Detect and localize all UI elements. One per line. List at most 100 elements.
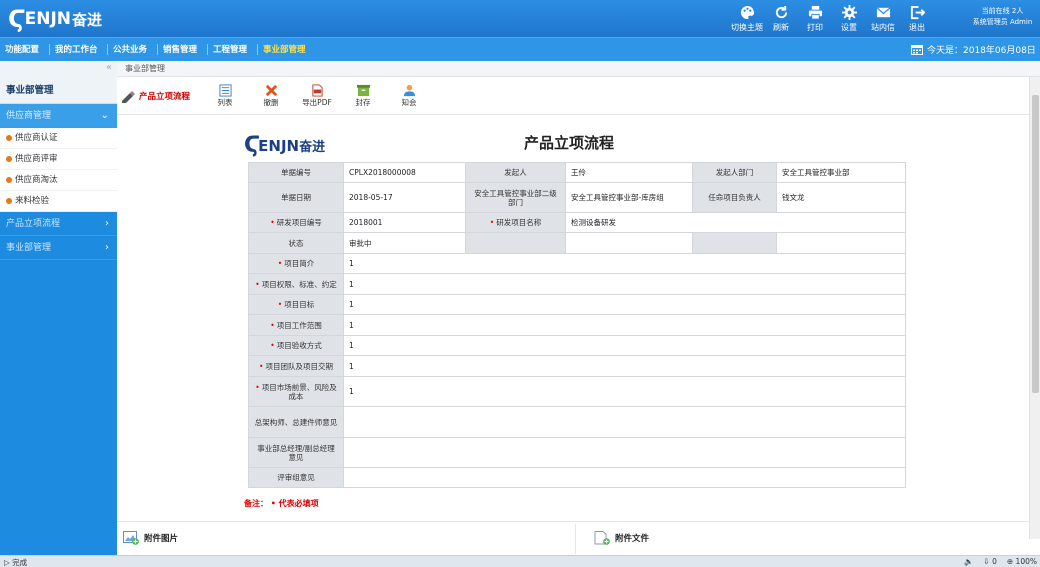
- bullet-icon: [6, 135, 12, 141]
- sidebar-group-suppliers[interactable]: 供应商管理 ⌄: [0, 104, 117, 128]
- sidebar-item-incoming-inspection[interactable]: 来料检验: [0, 191, 117, 212]
- content-scrollbar[interactable]: [1029, 77, 1040, 539]
- archive-button[interactable]: 封存: [340, 84, 386, 107]
- gear-icon: [841, 5, 857, 20]
- form-header: Ϛ ENJN 奋进 产品立项流程: [244, 133, 904, 163]
- logout-button[interactable]: 退出: [900, 2, 934, 33]
- sidebar-group-label: 产品立项流程: [6, 219, 61, 229]
- archive-icon: [356, 84, 370, 97]
- zoom-level[interactable]: ⊕ 100%: [1007, 557, 1037, 566]
- bullet-icon: [6, 198, 12, 204]
- settings-button[interactable]: 设置: [832, 2, 866, 33]
- sidebar-group-label: 事业部管理: [6, 243, 52, 253]
- status-label: 状态: [248, 232, 344, 254]
- secondary-dept-value: 安全工具管控事业部-库房组: [565, 182, 693, 213]
- delete-label: 撤删: [263, 98, 279, 107]
- refresh-button[interactable]: 刷新: [764, 2, 798, 33]
- row-label: 总架构师、总建件师意见: [248, 406, 344, 438]
- main-nav: 功能配置 我的工作台 公共业务 销售管理 工程管理 事业部管理 今天是：2018…: [0, 37, 1040, 61]
- sidebar-item-supplier-elimination[interactable]: 供应商淘汰: [0, 170, 117, 191]
- print-button[interactable]: 打印: [798, 2, 832, 33]
- row-value[interactable]: 1: [343, 253, 906, 274]
- status-left: ▷ 完成: [4, 557, 27, 567]
- zoom-level-value: 100%: [1015, 557, 1037, 566]
- app-logo[interactable]: Ϛ ENJN 奋进: [8, 5, 102, 33]
- row-value[interactable]: 1: [343, 355, 906, 377]
- header-tools: 切换主题 刷新 打印 设置 站内信 退出: [730, 2, 934, 33]
- collapse-sidebar-button[interactable]: «: [0, 61, 117, 77]
- nav-item-config[interactable]: 功能配置: [5, 43, 39, 55]
- print-icon: [808, 5, 822, 20]
- row-value[interactable]: [343, 467, 906, 488]
- sidebar: « 事业部管理 供应商管理 ⌄ 供应商认证 供应商评审 供应商淘汰 来料检验 产…: [0, 61, 117, 555]
- bullet-icon: [6, 156, 12, 162]
- archive-label: 封存: [355, 98, 371, 107]
- leader-label: 任命项目负责人: [692, 182, 777, 213]
- row-label-cell: • 项目团队及项目交期: [248, 355, 344, 377]
- required-marker: •: [270, 320, 275, 330]
- row-label-cell: • 项目简介: [248, 253, 344, 274]
- download-count: ⇩ 0: [983, 557, 997, 566]
- list-label: 列表: [217, 98, 233, 107]
- export-pdf-button[interactable]: 导出PDF: [294, 84, 340, 107]
- rd-no-value: 2018001: [343, 212, 466, 233]
- row-label: 项目权限、标准、约定: [261, 279, 337, 289]
- nav-separator: [207, 44, 208, 55]
- empty-cell: [776, 232, 906, 254]
- notify-button[interactable]: 知会: [386, 84, 432, 107]
- nav-item-sales[interactable]: 销售管理: [163, 43, 197, 55]
- row-value[interactable]: 1: [343, 314, 906, 336]
- row-value[interactable]: 1: [343, 376, 906, 407]
- form-logo-word: ENJN: [258, 136, 300, 155]
- row-label: 项目验收方式: [276, 341, 322, 350]
- initiator-label: 发起人: [465, 162, 566, 183]
- row-value[interactable]: 1: [343, 335, 906, 356]
- attachments-separator: [575, 524, 576, 554]
- current-user: 系统管理员 Admin: [972, 18, 1033, 26]
- attach-images[interactable]: 附件图片: [123, 531, 178, 545]
- pdf-icon: [311, 84, 323, 97]
- required-marker: •: [277, 300, 283, 309]
- row-value[interactable]: 1: [343, 273, 906, 295]
- sidebar-group-division[interactable]: 事业部管理 ›: [0, 236, 117, 260]
- settings-label: 设置: [841, 23, 857, 32]
- leader-value: 钱文龙: [776, 182, 906, 213]
- row-label: 评审组意见: [248, 467, 344, 488]
- messages-button[interactable]: 站内信: [866, 2, 900, 33]
- sidebar-item-label: 来料检验: [15, 195, 50, 206]
- notify-label: 知会: [401, 98, 417, 107]
- main-content: 事业部管理 产品立项流程 列表 撤删 导出PDF 封存 知会 Ϛ ENJN 奋进…: [117, 61, 1040, 555]
- nav-item-division[interactable]: 事业部管理: [263, 43, 306, 55]
- row-value[interactable]: [343, 406, 906, 438]
- empty-cell: [465, 232, 566, 254]
- messages-label: 站内信: [871, 23, 895, 32]
- row-label-cell: • 项目验收方式: [248, 335, 344, 356]
- row-value[interactable]: [343, 437, 906, 468]
- delete-button[interactable]: 撤删: [248, 84, 294, 107]
- sidebar-item-supplier-certification[interactable]: 供应商认证: [0, 128, 117, 149]
- nav-item-public[interactable]: 公共业务: [113, 43, 147, 55]
- rd-no-label-cell: • 研发项目编号: [248, 212, 344, 233]
- row-label-cell: • 项目目标: [248, 294, 344, 315]
- form-logo-cn: 奋进: [299, 140, 326, 155]
- required-marker: •: [270, 218, 275, 227]
- sidebar-group-product-approval[interactable]: 产品立项流程 ›: [0, 212, 117, 236]
- status-bar: ▷ 完成 🔈 ⇩ 0 ⊕ 100%: [0, 555, 1040, 567]
- nav-item-workbench[interactable]: 我的工作台: [55, 43, 98, 55]
- scrollbar-thumb[interactable]: [1032, 95, 1039, 393]
- sidebar-item-supplier-review[interactable]: 供应商评审: [0, 149, 117, 170]
- required-marker: •: [259, 361, 264, 371]
- required-marker: •: [255, 279, 260, 289]
- nav-item-engineering[interactable]: 工程管理: [213, 43, 247, 55]
- row-value[interactable]: 1: [343, 294, 906, 315]
- nav-separator: [257, 44, 258, 55]
- attach-files[interactable]: 附件文件: [594, 531, 649, 545]
- secondary-dept-label: 安全工具管控事业部二级部门: [465, 182, 566, 213]
- status-value: 审批中: [343, 232, 466, 254]
- theme-button[interactable]: 切换主题: [730, 2, 764, 33]
- page-label-text: 产品立项流程: [139, 91, 191, 102]
- list-button[interactable]: 列表: [202, 84, 248, 107]
- bullet-icon: [6, 177, 12, 183]
- required-note: 备注： • 代表必填项: [244, 499, 319, 508]
- delete-icon: [265, 84, 277, 97]
